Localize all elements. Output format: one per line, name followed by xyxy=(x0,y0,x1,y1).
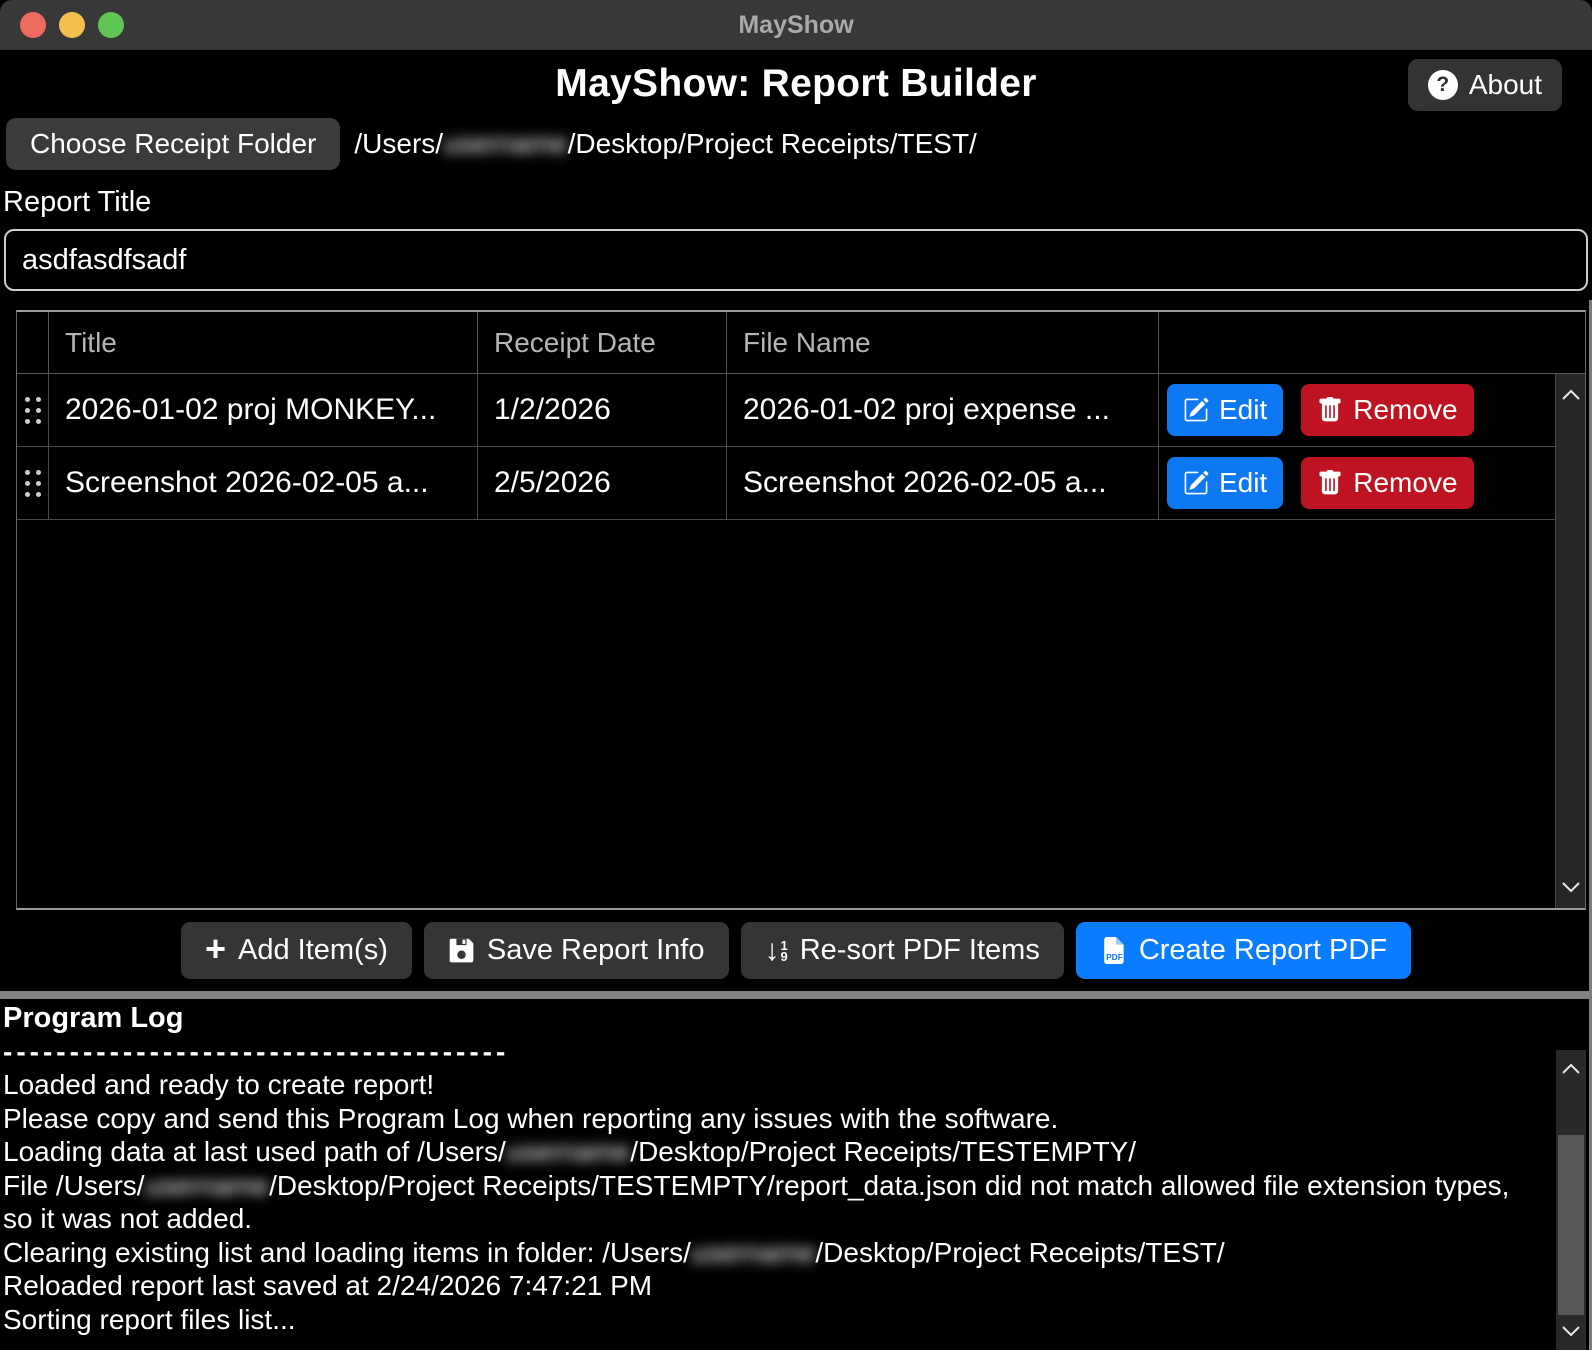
row-file-name-cell: Screenshot 2026-02-05 a... xyxy=(727,447,1159,519)
save-icon xyxy=(448,937,475,964)
scroll-down-icon[interactable] xyxy=(1556,870,1585,904)
sort-numeric-down-icon: ↓ 19 xyxy=(765,940,788,962)
text-segment: Reloaded report last saved at 2/24/2026 … xyxy=(3,1270,652,1301)
text-segment: Clearing existing list and loading items… xyxy=(3,1237,691,1268)
edit-label: Edit xyxy=(1219,467,1267,499)
table-row: 2026-01-02 proj MONKEY...1/2/20262026-01… xyxy=(17,374,1555,447)
log-scrollbar[interactable] xyxy=(1556,1050,1586,1350)
report-title-label: Report Title xyxy=(3,186,1592,219)
text-segment: /Desktop/Project Receipts/TEST/ xyxy=(815,1237,1224,1268)
file-name-column-header: File Name xyxy=(727,312,1159,373)
table-row: Screenshot 2026-02-05 a...2/5/2026Screen… xyxy=(17,447,1555,520)
folder-row: Choose Receipt Folder /Users/username/De… xyxy=(6,118,1592,170)
text-segment: /Desktop/Project Receipts/TESTEMPTY/ xyxy=(630,1136,1136,1167)
report-items-table: Title Receipt Date File Name 2026-01-02 … xyxy=(16,310,1586,910)
log-line: Reloaded report last saved at 2/24/2026 … xyxy=(3,1269,1528,1303)
log-scroll-down-icon[interactable] xyxy=(1556,1314,1586,1348)
log-line: Loaded and ready to create report! xyxy=(3,1068,1528,1102)
remove-button[interactable]: Remove xyxy=(1301,457,1473,509)
titlebar: MayShow xyxy=(0,0,1592,50)
svg-text:PDF: PDF xyxy=(1106,952,1123,962)
text-segment: File /Users/ xyxy=(3,1170,145,1201)
redacted-text: username xyxy=(506,1136,631,1167)
log-line: Clearing existing list and loading items… xyxy=(3,1236,1528,1270)
grip-dots-icon xyxy=(25,397,41,424)
add-items-label: Add Item(s) xyxy=(238,934,388,967)
log-line: Please copy and send this Program Log wh… xyxy=(3,1102,1528,1136)
text-segment: /Desktop/Project Receipts/TEST/ xyxy=(568,128,977,159)
report-title-input[interactable] xyxy=(4,229,1588,291)
row-title-cell: 2026-01-02 proj MONKEY... xyxy=(49,374,478,446)
text-segment: /Users/ xyxy=(354,128,443,159)
drag-column-header xyxy=(17,312,49,373)
table-scrollbar[interactable] xyxy=(1555,374,1585,908)
create-report-pdf-button[interactable]: PDF Create Report PDF xyxy=(1076,922,1411,979)
text-segment: Loading data at last used path of /Users… xyxy=(3,1136,506,1167)
grip-dots-icon xyxy=(25,470,41,497)
text-segment: Please copy and send this Program Log wh… xyxy=(3,1103,1058,1134)
trash-icon xyxy=(1317,470,1343,496)
scroll-up-icon[interactable] xyxy=(1556,378,1585,412)
pencil-square-icon xyxy=(1183,470,1209,496)
row-actions-cell: Edit Remove xyxy=(1159,447,1555,519)
table-rows: 2026-01-02 proj MONKEY...1/2/20262026-01… xyxy=(17,374,1555,520)
question-icon: ? xyxy=(1428,70,1458,100)
program-log-lines: Loaded and ready to create report!Please… xyxy=(3,1068,1528,1336)
add-items-button[interactable]: + Add Item(s) xyxy=(181,922,412,979)
redacted-text: username xyxy=(691,1237,816,1268)
remove-label: Remove xyxy=(1353,467,1457,499)
row-actions-cell: Edit Remove xyxy=(1159,374,1555,446)
row-title-cell: Screenshot 2026-02-05 a... xyxy=(49,447,478,519)
text-segment: Loaded and ready to create report! xyxy=(3,1069,434,1100)
remove-button[interactable]: Remove xyxy=(1301,384,1473,436)
program-log-separator: -------------------------------------- xyxy=(3,1035,1528,1068)
title-column-header: Title xyxy=(49,312,478,373)
receipt-folder-path: /Users/username/Desktop/Project Receipts… xyxy=(354,128,976,160)
table-body: 2026-01-02 proj MONKEY...1/2/20262026-01… xyxy=(17,374,1585,908)
toolbar: + Add Item(s) Save Report Info ↓ 19 Re-s… xyxy=(0,922,1592,979)
save-report-info-label: Save Report Info xyxy=(487,934,705,967)
program-log-heading: Program Log xyxy=(3,1002,1528,1035)
choose-receipt-folder-button[interactable]: Choose Receipt Folder xyxy=(6,118,340,170)
resort-pdf-items-label: Re-sort PDF Items xyxy=(800,934,1040,967)
about-button[interactable]: ? About xyxy=(1408,59,1562,111)
window-title: MayShow xyxy=(0,11,1592,40)
edit-button[interactable]: Edit xyxy=(1167,384,1283,436)
table-header-row: Title Receipt Date File Name xyxy=(17,312,1585,374)
pdf-file-icon: PDF xyxy=(1100,937,1127,964)
drag-handle[interactable] xyxy=(17,447,49,519)
remove-label: Remove xyxy=(1353,394,1457,426)
log-scroll-up-icon[interactable] xyxy=(1556,1052,1586,1086)
log-line: Sorting report files list... xyxy=(3,1303,1528,1337)
create-report-pdf-label: Create Report PDF xyxy=(1139,934,1387,967)
save-report-info-button[interactable]: Save Report Info xyxy=(424,922,729,979)
redacted-text: username xyxy=(443,128,568,159)
page-title: MayShow: Report Builder xyxy=(0,62,1592,106)
trash-icon xyxy=(1317,397,1343,423)
log-line: Loading data at last used path of /Users… xyxy=(3,1135,1528,1169)
about-label: About xyxy=(1469,69,1542,101)
pencil-square-icon xyxy=(1183,397,1209,423)
log-line: File /Users/username/Desktop/Project Rec… xyxy=(3,1169,1528,1236)
row-receipt-date-cell: 2/5/2026 xyxy=(478,447,727,519)
drag-handle[interactable] xyxy=(17,374,49,446)
text-segment: Sorting report files list... xyxy=(3,1304,296,1335)
resort-pdf-items-button[interactable]: ↓ 19 Re-sort PDF Items xyxy=(741,922,1064,979)
edit-label: Edit xyxy=(1219,394,1267,426)
log-scrollbar-thumb[interactable] xyxy=(1558,1135,1584,1315)
program-log: Program Log ----------------------------… xyxy=(3,1002,1528,1336)
edit-button[interactable]: Edit xyxy=(1167,457,1283,509)
receipt-date-column-header: Receipt Date xyxy=(478,312,727,373)
section-divider xyxy=(0,991,1592,999)
redacted-text: username xyxy=(145,1170,270,1201)
row-file-name-cell: 2026-01-02 proj expense ... xyxy=(727,374,1159,446)
actions-column-header xyxy=(1159,312,1585,373)
row-receipt-date-cell: 1/2/2026 xyxy=(478,374,727,446)
